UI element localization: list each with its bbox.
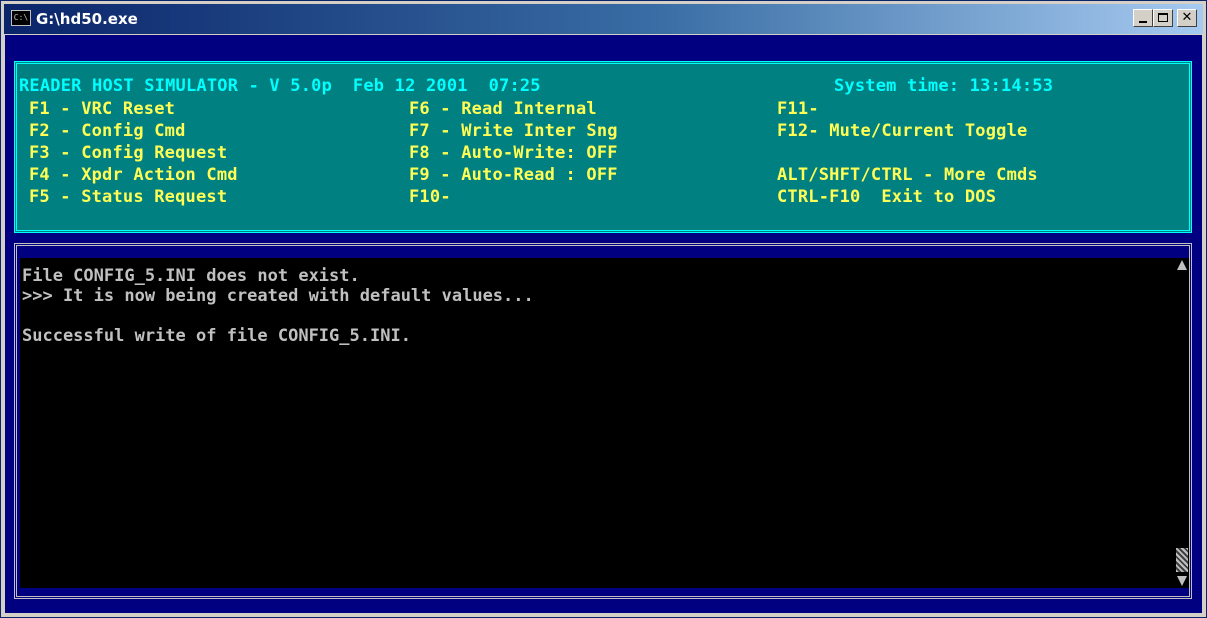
- command-label: Read Internal: [461, 99, 597, 119]
- command-f11: F11-: [777, 99, 819, 119]
- command-key: F12: [777, 121, 809, 141]
- command-key: F2: [29, 121, 50, 141]
- console-line: >>> It is now being created with default…: [22, 286, 534, 306]
- command-f10: F10-: [409, 187, 451, 207]
- console-line: File CONFIG_5.INI does not exist.: [22, 266, 360, 286]
- console-app-icon[interactable]: C:\: [11, 10, 31, 26]
- scroll-down-arrow-icon[interactable]: [1177, 576, 1187, 586]
- command-label: Auto-Read : OFF: [461, 165, 618, 185]
- command-f6: F6 - Read Internal: [409, 99, 597, 119]
- title-bar[interactable]: C:\ G:\hd50.exe ✕: [4, 4, 1203, 34]
- command-label: Xpdr Action Cmd: [81, 165, 238, 185]
- scrollbar-thumb[interactable]: [1176, 548, 1188, 572]
- command-f3: F3 - Config Request: [29, 143, 228, 163]
- scroll-up-arrow-icon[interactable]: [1177, 260, 1187, 270]
- command-key: F8: [409, 143, 430, 163]
- command-f9: F9 - Auto-Read : OFF: [409, 165, 618, 185]
- minimize-icon: [1139, 21, 1147, 23]
- command-label: Auto-Write: OFF: [461, 143, 618, 163]
- command-f7: F7 - Write Inter Sng: [409, 121, 618, 141]
- command-label: Config Cmd: [81, 121, 186, 141]
- command-key: F6: [409, 99, 430, 119]
- close-button[interactable]: ✕: [1177, 9, 1197, 27]
- exit-to-dos-hint: CTRL-F10 Exit to DOS: [777, 187, 997, 207]
- header-version: READER HOST SIMULATOR - V 5.0p Feb 12 20…: [19, 76, 541, 96]
- command-key: F1: [29, 99, 50, 119]
- command-key: F7: [409, 121, 430, 141]
- command-label: Write Inter Sng: [461, 121, 618, 141]
- command-label: Config Request: [81, 143, 228, 163]
- minimize-button[interactable]: [1133, 9, 1153, 27]
- system-time: System time: 13:14:53: [834, 76, 1054, 96]
- command-f4: F4 - Xpdr Action Cmd: [29, 165, 238, 185]
- command-key: F5: [29, 187, 50, 207]
- maximize-icon: [1158, 13, 1168, 22]
- command-f5: F5 - Status Request: [29, 187, 228, 207]
- window-title: G:\hd50.exe: [36, 10, 138, 28]
- console-window: C:\ G:\hd50.exe ✕ READER HOST SIMULATOR …: [0, 0, 1207, 618]
- command-label: VRC Reset: [81, 99, 176, 119]
- command-f8: F8 - Auto-Write: OFF: [409, 143, 618, 163]
- output-panel: File CONFIG_5.INI does not exist. >>> It…: [14, 243, 1192, 599]
- more-commands-hint: ALT/SHFT/CTRL - More Cmds: [777, 165, 1038, 185]
- close-icon: ✕: [1181, 10, 1193, 25]
- command-key: F10: [409, 187, 441, 207]
- command-f12: F12- Mute/Current Toggle: [777, 121, 1028, 141]
- command-key: F4: [29, 165, 50, 185]
- command-f2: F2 - Config Cmd: [29, 121, 186, 141]
- console-output: File CONFIG_5.INI does not exist. >>> It…: [20, 258, 1175, 588]
- command-label: Status Request: [81, 187, 228, 207]
- console-line: Successful write of file CONFIG_5.INI.: [22, 326, 411, 346]
- command-key: F11: [777, 99, 809, 119]
- maximize-button[interactable]: [1153, 9, 1173, 27]
- console-client-area: READER HOST SIMULATOR - V 5.0p Feb 12 20…: [5, 35, 1202, 613]
- command-f1: F1 - VRC Reset: [29, 99, 176, 119]
- command-menu-panel: READER HOST SIMULATOR - V 5.0p Feb 12 20…: [14, 61, 1192, 233]
- command-key: F9: [409, 165, 430, 185]
- command-key: F3: [29, 143, 50, 163]
- command-label: Mute/Current Toggle: [829, 121, 1028, 141]
- vertical-scrollbar[interactable]: [1175, 258, 1189, 588]
